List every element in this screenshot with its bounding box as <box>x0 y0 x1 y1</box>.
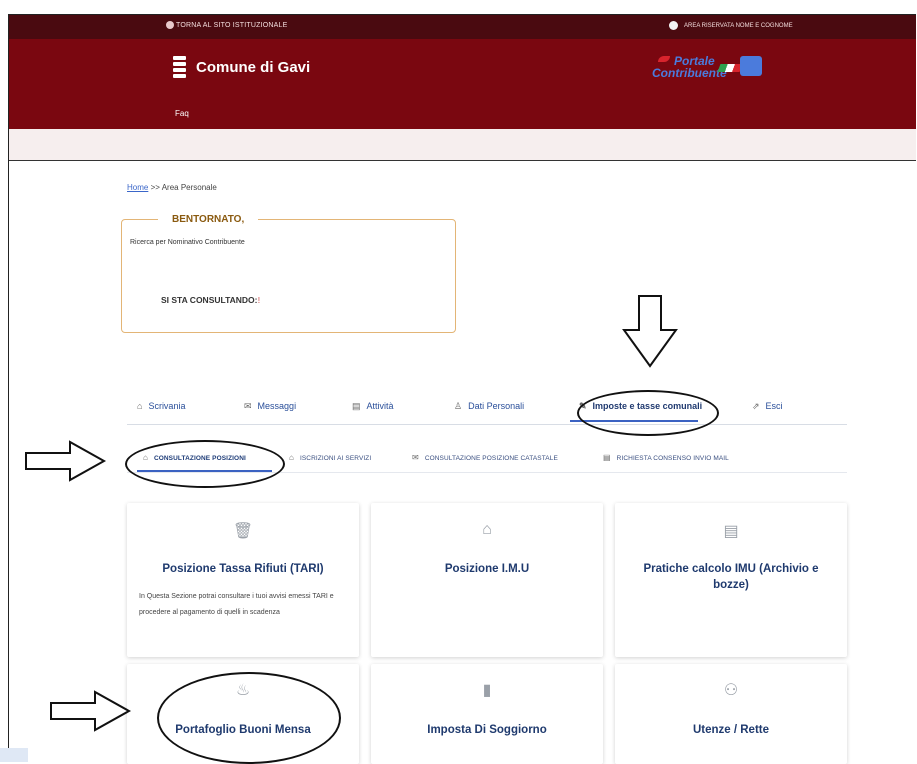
right-arrow-icon <box>25 440 107 482</box>
right-arrow-icon <box>50 690 132 732</box>
annotation-arrows <box>25 295 678 732</box>
down-arrow-icon <box>622 295 678 368</box>
